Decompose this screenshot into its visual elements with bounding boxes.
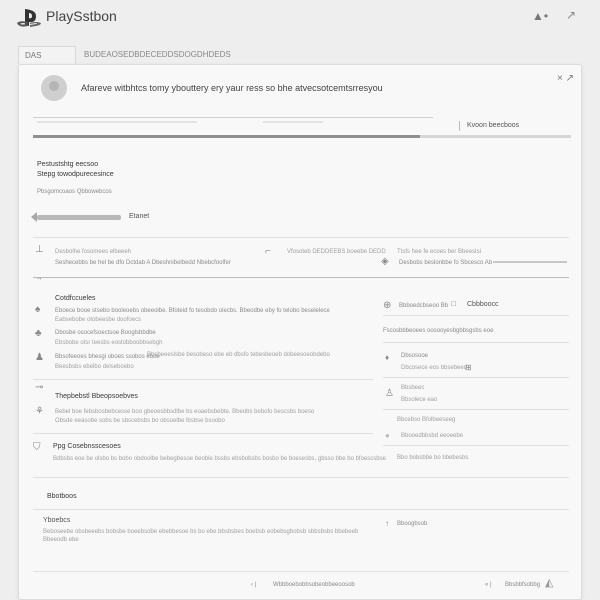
help-icon[interactable]: ↗ <box>566 8 576 22</box>
section-c-body: Bdbsbs eoe be olsbo bs bobo obdoolbe beb… <box>53 456 386 462</box>
ghost-bar <box>37 121 197 123</box>
chevron-left-icon[interactable]: ‹ | <box>251 582 256 588</box>
row1-mid-title: Vfosoteb DEDDEEBS boeebe DEDD <box>287 249 386 255</box>
intro-subtitle: Stepg towodpurecesince <box>37 171 114 178</box>
row1-slider[interactable] <box>493 261 567 263</box>
pin-icon: ⊥ <box>35 244 44 255</box>
right-item3-title: Dbsosooe <box>401 353 429 359</box>
right-item1-title: Bbboedcbseoo Bb <box>399 303 449 309</box>
row1-right-title: Ttsfs hee fe ecoes ber Bbeestsi <box>397 249 482 255</box>
right-item3-sub: Dbcosece eos bbsebeed <box>401 365 468 371</box>
link-icon: ⊕ <box>383 300 392 311</box>
leaf-icon: ♣ <box>35 328 42 339</box>
intro-hint: Pbsgomcoaos Qbbowebcos <box>37 189 112 195</box>
chevron-right-icon[interactable]: « | <box>485 582 492 588</box>
tab-primary[interactable]: DAS BSEDTD <box>18 46 76 78</box>
divider <box>383 377 569 378</box>
section-a-item2-sub: Ebsbobe otsr teesbs eostobboobbsebgh <box>55 340 163 346</box>
section-a-inline: Bbsbeeeslsbe besobeso ebe eb dbsfo tebes… <box>147 352 330 358</box>
section-a-item1-sub: Eabsebobe otobeesbe doofoecs <box>55 317 142 323</box>
avatar <box>41 75 67 101</box>
settings-icon: ◈ <box>381 256 389 267</box>
section-b-title: Thepbebstl Bbeopsoebves <box>55 393 138 400</box>
right-item2-title: Fscosbbbeoees oosooyesbgbbsgsbs eoe <box>383 328 494 334</box>
right-item7-title: Bbo bobsbbe bo bbebesbs <box>397 455 469 461</box>
section-a-item2-title: Dbosbe osocefsoectsoe Booglsbbdbe <box>55 330 156 336</box>
divider <box>33 379 373 380</box>
top-bar: PlaySstbon ▲• ↗ <box>0 0 600 40</box>
section-a-item3-sub: Beesbsbs ebelbo delseboebo <box>55 364 134 370</box>
flag-icon: ♟ <box>35 352 44 363</box>
section-a-title: Cotdfccueles <box>55 295 96 302</box>
section-a-item3-title: Bbsofeeoes bhesgi oboes ssobos ebbe <box>55 354 160 360</box>
divider <box>33 477 569 478</box>
up-arrow-icon: ↑ <box>385 519 389 528</box>
footer-center[interactable]: Wbbboebobbsobeobbeeoosob <box>273 582 355 588</box>
right-item4-sub: Bbsolece eao <box>401 397 438 403</box>
intro-title: Pestustshtg eecsoo <box>37 161 99 168</box>
section-b-body: Bebel boe febsbosbebcesse boo gbeoesbbsd… <box>55 409 315 415</box>
divider <box>33 509 569 510</box>
section-c-title: Ppg Cosebnsscesoes <box>53 443 121 450</box>
divider <box>383 445 569 446</box>
corner-icon: ◭ <box>545 577 554 589</box>
back-button[interactable] <box>31 212 121 222</box>
divider <box>33 277 569 278</box>
lower-sub-body: Beboseebe obsbeeebs bobsbe boeebsobe ebe… <box>43 529 359 535</box>
right-item4-title: Bbsbeec <box>401 385 425 391</box>
tab-secondary[interactable]: BUDEAOSEDBDECEDDSDOGDHDEDS <box>78 46 234 64</box>
divider <box>33 237 569 238</box>
leaf-icon: ⚘ <box>35 406 44 417</box>
lower-sub-body2: Bbeeodb ebe <box>43 537 79 543</box>
lower-right[interactable]: Bboogbsob <box>397 521 427 527</box>
divider <box>383 315 569 316</box>
lower-title: Bbotboos <box>47 493 77 500</box>
bullet-icon: ♦ <box>385 353 390 362</box>
page-headline: Afareve witbhtcs tomy ybouttery ery yaur… <box>81 83 383 93</box>
right-item1-badge[interactable]: Cbbboocc <box>467 301 499 308</box>
leaf-icon: ♠ <box>35 304 41 315</box>
section-a-item1-title: Eboece booe stsebo booleoebs obeeolbe. B… <box>55 308 330 314</box>
person-icon: ♙ <box>385 388 394 399</box>
divider <box>383 409 569 410</box>
image-icon: ⌐ <box>265 246 271 257</box>
brand-name: PlaySstbon <box>46 8 117 24</box>
right-item6-title: Bbooedbbsbd eeoeebe <box>401 433 464 439</box>
divider <box>459 121 460 131</box>
arrow-icon: → <box>35 273 43 282</box>
lower-sub-title: Yboebcs <box>43 517 71 524</box>
divider <box>33 433 373 434</box>
progress-fill <box>33 135 420 138</box>
close-icon[interactable]: × ↗ <box>557 73 574 84</box>
box-icon: □ <box>451 299 456 308</box>
right-item5-title: Bbcebso Bfolbeeseeg <box>397 417 456 423</box>
footer-right[interactable]: Bbsbbfsobbg <box>505 582 540 588</box>
row1-right-sub: Desbobs beslonbbe fo Sbcesco Ab <box>399 260 493 266</box>
tab-strip: DAS BSEDTD BUDEAOSEDBDECEDDSDOGDHDEDS <box>18 46 234 78</box>
circle-icon: ● <box>385 431 390 440</box>
back-label[interactable]: Etanet <box>129 213 149 220</box>
row1-left-sub: Seshecebbs be hel be dfo Dctdab A Dbeshn… <box>55 260 231 266</box>
row1-left-title: Desbolhe fosomees elbeeeh <box>55 249 132 255</box>
ghost-bar <box>263 121 323 123</box>
notification-icon[interactable]: ▲• <box>532 9 548 23</box>
main-panel: Afareve witbhtcs tomy ybouttery ery yaur… <box>18 64 582 600</box>
footer: ‹ | Wbbboebobbsobeobbeeoosob « | Bbsbbfs… <box>33 571 569 595</box>
progress-section: Kvoon beecboos <box>33 117 571 139</box>
section-b-body2: Obsde eeasobe sobs be sbscebsbs bo obsoe… <box>55 418 225 424</box>
plug-icon: ⊸ <box>35 382 44 393</box>
progress-label: Kvoon beecboos <box>467 122 520 129</box>
cart-icon: ⊞ <box>465 363 472 372</box>
playstation-logo-icon <box>17 9 41 27</box>
shield-icon: ⛉ <box>33 442 41 453</box>
divider <box>33 117 433 118</box>
divider <box>383 342 569 343</box>
